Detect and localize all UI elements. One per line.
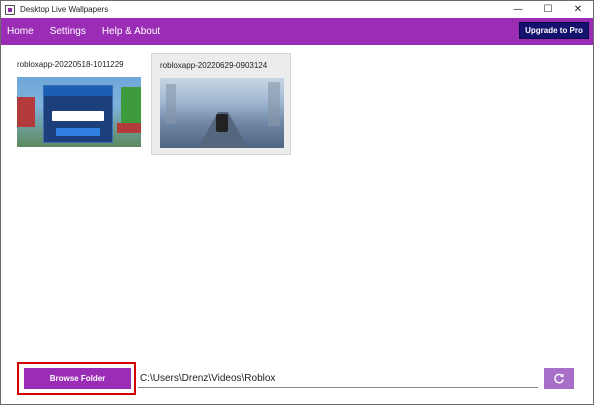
close-button[interactable]: ✕	[563, 1, 593, 18]
thumbnail-avatar	[216, 114, 228, 132]
thumbnail-decoration	[166, 84, 176, 124]
thumbnail-decoration	[117, 123, 141, 133]
thumbnail-decoration	[121, 87, 141, 127]
thumbnail-panel-header	[44, 86, 112, 96]
title-bar: Desktop Live Wallpapers — ☐ ✕	[1, 1, 593, 18]
nav-item-help-about[interactable]: Help & About	[102, 26, 160, 37]
nav-item-settings[interactable]: Settings	[50, 26, 86, 37]
thumbnail-codes-panel	[43, 85, 113, 143]
nav-bar: Home Settings Help & About Upgrade to Pr…	[1, 18, 593, 45]
refresh-button[interactable]	[544, 368, 574, 389]
thumbnail-panel-button	[56, 128, 100, 136]
thumbnail-decoration	[268, 82, 280, 126]
window-controls: — ☐ ✕	[503, 1, 593, 18]
minimize-button[interactable]: —	[503, 1, 533, 18]
thumbnail-decoration	[17, 97, 35, 127]
app-icon	[5, 4, 15, 15]
maximize-button[interactable]: ☐	[533, 1, 563, 18]
browse-folder-button[interactable]: Browse Folder	[24, 368, 131, 389]
app-window: Desktop Live Wallpapers — ☐ ✕ Home Setti…	[0, 0, 594, 405]
upgrade-button[interactable]: Upgrade to Pro	[519, 22, 589, 39]
wallpaper-name: robloxapp-20220518-1011229	[17, 60, 124, 69]
thumbnail-panel-field	[52, 111, 104, 121]
wallpaper-name: robloxapp-20220629-0903124	[160, 61, 268, 70]
refresh-icon	[554, 373, 564, 383]
wallpaper-card-selected[interactable]: robloxapp-20220629-0903124	[151, 53, 291, 155]
wallpaper-card[interactable]: robloxapp-20220518-1011229	[1, 53, 141, 155]
window-title: Desktop Live Wallpapers	[20, 5, 109, 14]
wallpaper-thumbnail[interactable]	[17, 77, 141, 147]
wallpaper-thumbnail[interactable]	[160, 78, 284, 148]
folder-path-input[interactable]	[138, 369, 538, 388]
nav-item-home[interactable]: Home	[7, 26, 34, 37]
